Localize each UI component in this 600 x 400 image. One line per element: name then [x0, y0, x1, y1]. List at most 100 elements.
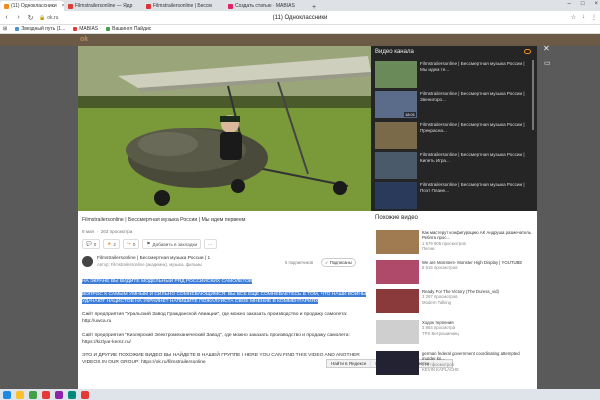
minimize-icon[interactable]: –	[568, 1, 571, 7]
duration-badge: 18:01	[403, 112, 416, 117]
search-yandex-item[interactable]: Найти в Яндексе	[327, 361, 372, 366]
comment-button[interactable]: 💬 0	[82, 239, 101, 249]
channel-video-item[interactable]: 18:01 Filmstrailersonline | Бессмертная …	[375, 91, 525, 119]
forward-icon[interactable]: ›	[15, 14, 22, 21]
browser-tab[interactable]: Filmstrailersonline | Бессм	[142, 1, 224, 11]
avatar[interactable]	[82, 256, 93, 267]
channel-video-item[interactable]: Filmstrailersonline | Бессмертная музыка…	[375, 122, 525, 150]
channel-video-item[interactable]: Filmstrailersonline | Бессмертная музыка…	[375, 61, 525, 89]
app-icon[interactable]	[68, 390, 76, 399]
scrollbar[interactable]	[532, 60, 534, 130]
url-text: ok.ru	[47, 14, 59, 21]
subscribe-label: Подписаны	[329, 260, 352, 265]
similar-video-item[interactable]: Как мастерут конфигурацию АК Андруша раз…	[376, 230, 531, 258]
video-thumbnail	[375, 182, 417, 209]
maximize-icon[interactable]: □	[581, 1, 585, 7]
bookmark-icon: ⚑	[146, 241, 151, 246]
apps-icon[interactable]: ⊞	[3, 26, 7, 32]
close-modal-icon[interactable]: ✕	[543, 44, 550, 53]
minimize-modal-icon[interactable]: ▭	[544, 59, 551, 67]
site-favicon-icon	[146, 3, 151, 9]
similar-video-item[interactable]: Ходок терпения 3 864 просмотра TPX Ветро…	[376, 320, 531, 348]
ok-logo: ok	[80, 36, 89, 43]
bookmark-favicon-icon	[73, 27, 78, 31]
video-title: german federal government coordinating a…	[422, 351, 520, 362]
description-highlight: НА ЭКРАНЕ ВЫ ВИДИТЕ МОДЕЛЬНЫЙ РЯД РОССИЙ…	[82, 279, 253, 284]
close-window-icon[interactable]: ×	[594, 1, 598, 7]
similar-video-item[interactable]: Ready For The Victory (The Duress_vid) 3…	[376, 289, 531, 317]
subscriber-count: 5 подписчиков	[285, 260, 314, 265]
subscribe-button[interactable]: ✓ Подписаны	[321, 258, 356, 267]
url-field[interactable]: 🔒 ok.ru	[39, 15, 199, 21]
video-frame-image	[78, 46, 371, 211]
channel-videos-title: Видео канала	[375, 49, 414, 55]
description-paragraph: Сайт предприятия "Уральский Завод Гражда…	[82, 312, 348, 325]
author-name[interactable]: Filmstrailersonline | Бессмертная музыка…	[97, 256, 210, 261]
class-icon: ★	[107, 241, 112, 246]
video-thumbnail	[376, 320, 419, 344]
share-button[interactable]: ↪ 0	[122, 239, 140, 249]
app-icon[interactable]	[81, 390, 89, 399]
similar-video-item[interactable]: We are Monsters- Monster High Display | …	[376, 260, 531, 288]
browser-tab[interactable]: Filmstrailersonline — Ядр	[64, 1, 142, 11]
channel-video-item[interactable]: Filmstrailersonline | Бессмертная музыка…	[375, 182, 525, 210]
yandex-icon[interactable]	[42, 390, 50, 399]
tab-label: (11) Одноклассники	[11, 3, 57, 9]
author-subtitle: Автор: Filmstrailersonline (академик), м…	[97, 262, 203, 267]
share-count: 0	[132, 241, 136, 247]
new-tab-button[interactable]: +	[308, 4, 320, 11]
bookmark-item[interactable]: Вашингл Пайдис	[106, 26, 151, 32]
video-title: Filmstrailersonline | Бессмертная музыка…	[420, 152, 525, 163]
reload-icon[interactable]: ↻	[27, 14, 34, 22]
bookmark-favicon-icon	[15, 27, 20, 31]
similar-video-info: Ready For The Victory (The Duress_vid) 3…	[422, 289, 499, 317]
youtube-favicon-icon	[68, 3, 73, 9]
bookmark-item[interactable]: MABIAS	[73, 26, 98, 32]
video-description: НА ЭКРАНЕ ВЫ ВИДИТЕ МОДЕЛЬНЫЙ РЯД РОССИЙ…	[82, 278, 371, 372]
video-thumbnail	[375, 152, 417, 179]
bookmarks-bar: ⊞ Звездный путь (1... MABIAS Вашингл Пай…	[0, 25, 600, 34]
downloads-icon[interactable]: ↓	[582, 14, 585, 21]
similar-video-item[interactable]: german federal government coordinating a…	[376, 351, 531, 379]
start-icon[interactable]	[3, 390, 11, 399]
bookmark-label: MABIAS	[79, 26, 99, 32]
chrome-icon[interactable]	[29, 390, 37, 399]
video-title: Filmstrailersonline | Бессмертная музыка…	[420, 122, 525, 133]
class-button[interactable]: ★ 2	[103, 239, 120, 249]
bookmark-item[interactable]: Звездный путь (1...	[15, 26, 65, 32]
tab-label: Filmstrailersonline — Ядр	[75, 3, 133, 9]
address-bar-actions: ☆ ↓ ⋮	[571, 14, 597, 21]
comment-count: 0	[93, 241, 97, 247]
browser-tab[interactable]: Создать статью · MABIAS	[224, 1, 308, 11]
class-count: 2	[113, 241, 116, 247]
bookmark-star-icon[interactable]: ☆	[571, 14, 576, 21]
channel-video-item[interactable]: Filmstrailersonline | Бессмертная музыка…	[375, 152, 525, 180]
video-player[interactable]	[78, 46, 371, 211]
tab-label: Filmstrailersonline | Бессм	[153, 3, 212, 9]
ok-brand-icon	[524, 49, 531, 54]
back-icon[interactable]: ‹	[3, 14, 10, 21]
video-channel: TPX Ветрошинниц	[422, 330, 459, 336]
bookmark-button[interactable]: ⚑ Добавить в закладки	[142, 239, 202, 249]
media-icon[interactable]	[55, 390, 63, 399]
video-views: 3 864 просмотра	[422, 325, 456, 331]
os-taskbar	[0, 389, 600, 400]
video-title: Filmstrailersonline | Бессмертная музыка…	[420, 91, 525, 102]
description-highlight: ВОПРОС К САМЫМ УМНЫМ И СИЛЬНО СОМНЕВАЮЩИ…	[82, 292, 367, 305]
video-title-heading: Filmstrailersonline | Бессмертная музыка…	[82, 217, 246, 223]
explorer-icon[interactable]	[16, 390, 24, 399]
share-icon: ↪	[126, 241, 131, 246]
video-thumbnail	[376, 230, 419, 254]
bookmark-label: Звездный путь (1...	[21, 26, 66, 32]
menu-icon[interactable]: ⋮	[591, 14, 597, 21]
lock-icon: 🔒	[39, 14, 46, 21]
video-actions: 💬 0 ★ 2 ↪ 0 ⚑ Добавить в закладки ···	[82, 239, 217, 249]
browser-tab-active[interactable]: (11) Одноклассники ×	[0, 1, 64, 11]
video-views: 8 515 просмотров	[422, 265, 458, 271]
video-views: 263 просмотра	[100, 229, 133, 234]
address-bar: ‹ › ↻ 🔒 ok.ru (11) Одноклассники ☆ ↓ ⋮	[0, 11, 600, 25]
more-button[interactable]: ···	[204, 239, 217, 249]
mabias-favicon-icon	[228, 3, 233, 9]
video-title: Как мастерут конфигурацию АК Андруша раз…	[422, 230, 531, 241]
window-controls: – □ ×	[568, 1, 598, 7]
